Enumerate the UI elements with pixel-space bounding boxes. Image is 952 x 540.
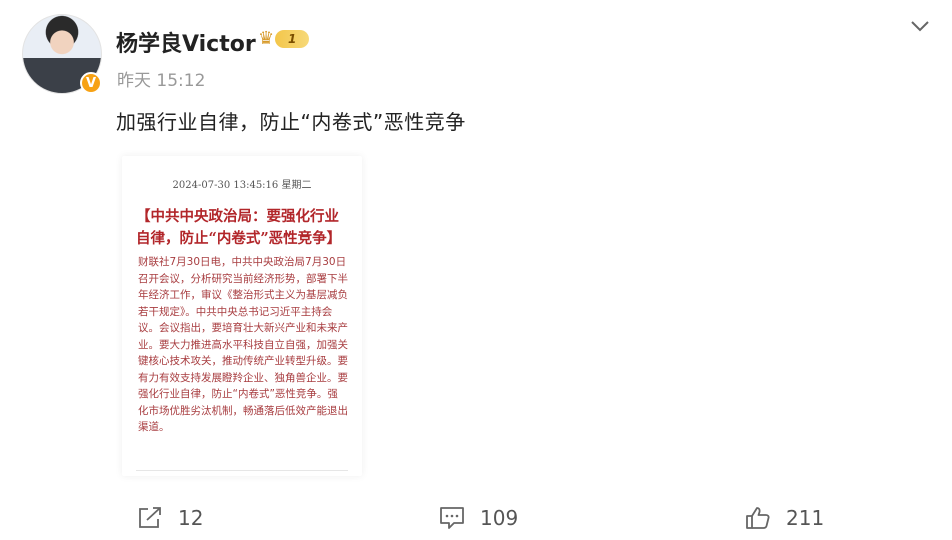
author-name[interactable]: 杨学良Victor [116, 26, 256, 58]
share-button[interactable]: 12 [136, 504, 203, 532]
level-number: 1 [275, 30, 310, 48]
share-count: 12 [178, 506, 204, 530]
like-button[interactable]: 211 [744, 504, 824, 532]
crown-icon: ♛ [258, 28, 275, 49]
post-text: 加强行业自律，防止“内卷式”恶性竞争 [116, 110, 466, 134]
comment-button[interactable]: 109 [438, 504, 518, 532]
image-date: 2024-07-30 13:45:16 星期二 [172, 180, 312, 191]
like-count: 211 [786, 506, 825, 530]
thumbs-up-icon [746, 507, 770, 529]
chevron-down-icon[interactable] [908, 14, 932, 38]
verified-badge-icon: V [80, 72, 102, 94]
image-body-text: 财联社7月30日电，中共中央政治局7月30日召开会议，分析研究当前经济形势，部署… [138, 256, 348, 433]
comment-count: 109 [480, 506, 519, 530]
avatar-container[interactable]: V [22, 14, 102, 94]
share-icon [139, 507, 161, 528]
member-level-badge[interactable]: ♛ 1 [258, 28, 310, 50]
image-headline: 【中共中央政治局：要强化行业自律，防止“内卷式”恶性竞争】 [136, 208, 342, 247]
comment-icon [440, 507, 464, 529]
image-divider [136, 470, 348, 471]
post-timestamp[interactable]: 昨天 15:12 [117, 66, 205, 91]
post-image[interactable]: 2024-07-30 13:45:16 星期二 【中共中央政治局：要强化行业自律… [122, 156, 362, 476]
